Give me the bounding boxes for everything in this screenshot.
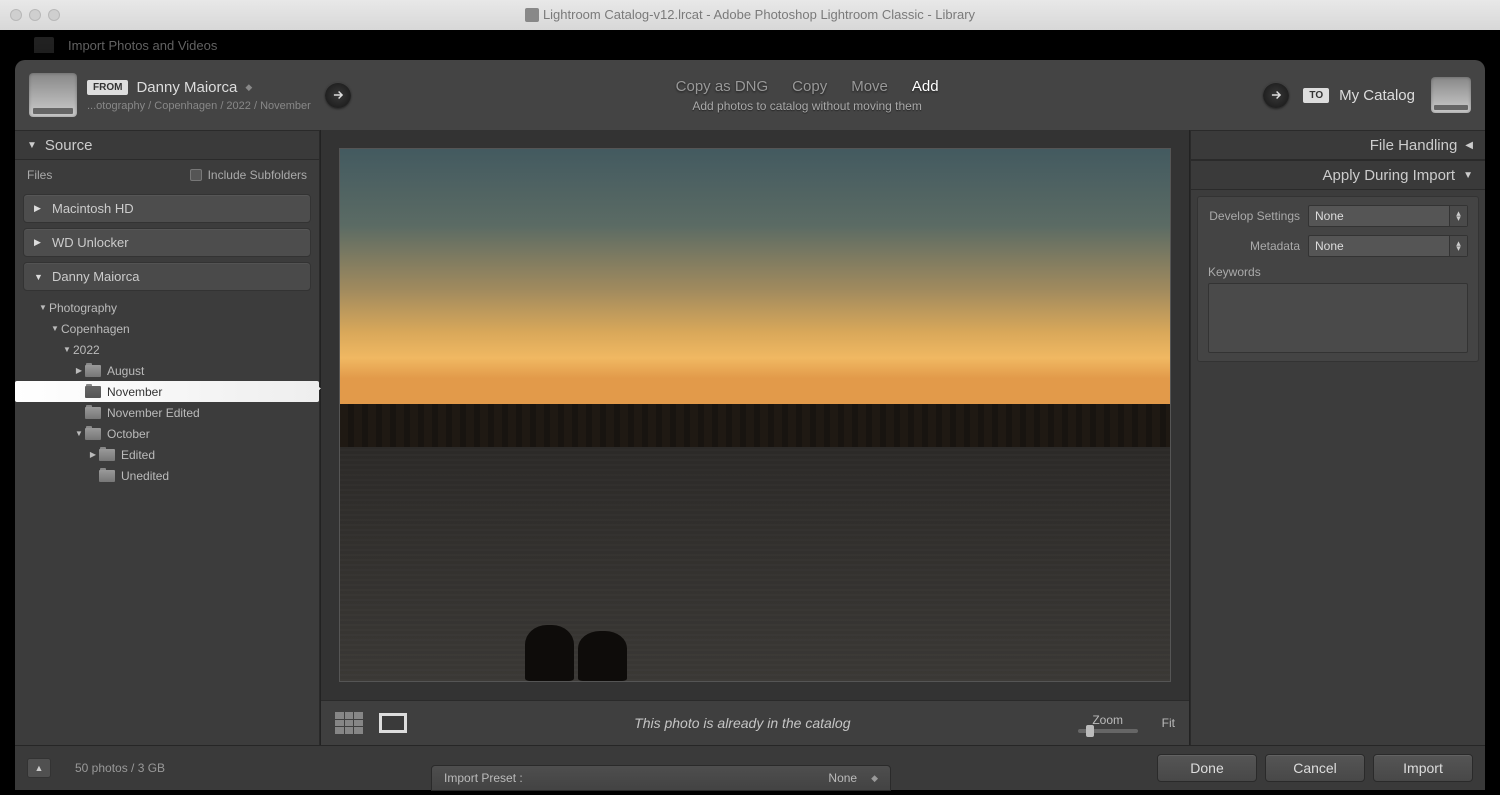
import-mode-subtitle: Add photos to catalog without moving the… — [692, 99, 921, 113]
folder-august[interactable]: ▶August — [15, 360, 319, 381]
dropdown-arrows-icon: ▴▾ — [1449, 206, 1467, 226]
folder-tree: ▼Photography ▼Copenhagen ▼2022 ▶August N… — [15, 295, 319, 488]
source-panel: ▼ Source Files Include Subfolders ▶Macin… — [15, 130, 320, 745]
zoom-slider[interactable] — [1078, 729, 1138, 733]
tab-copy[interactable]: Copy — [792, 78, 827, 95]
keywords-input[interactable] — [1208, 283, 1468, 353]
to-badge: TO — [1303, 88, 1329, 103]
window-titlebar: Lightroom Catalog-v12.lrcat - Adobe Phot… — [0, 0, 1500, 30]
folder-november[interactable]: November — [15, 381, 319, 402]
folder-october[interactable]: ▼October — [15, 423, 319, 444]
dialog-header: FROM Danny Maiorca ◆ ...otography / Cope… — [15, 60, 1485, 130]
drive-wd-unlocker[interactable]: ▶WD Unlocker — [23, 228, 311, 257]
folder-icon — [85, 428, 101, 440]
drive-danny-maiorca[interactable]: ▼Danny Maiorca — [23, 262, 311, 291]
panel-handle-icon[interactable] — [1479, 405, 1485, 445]
preview-panel: This photo is already in the catalog Zoo… — [320, 130, 1190, 745]
destination-name[interactable]: My Catalog — [1339, 87, 1415, 104]
app-icon — [525, 8, 539, 22]
window-title: Lightroom Catalog-v12.lrcat - Adobe Phot… — [0, 7, 1500, 23]
import-dialog: FROM Danny Maiorca ◆ ...otography / Cope… — [15, 60, 1485, 790]
import-settings-panel: File Handling ◀ Apply During Import ▼ De… — [1190, 130, 1485, 745]
source-panel-header[interactable]: ▼ Source — [15, 130, 319, 160]
chevron-down-icon: ▼ — [73, 429, 85, 438]
develop-settings-label: Develop Settings — [1209, 209, 1300, 223]
tab-move[interactable]: Move — [851, 78, 888, 95]
panel-handle-icon[interactable] — [15, 405, 21, 445]
background-tab-strip: Import Photos and Videos — [0, 30, 1500, 60]
include-subfolders-checkbox[interactable]: Include Subfolders — [190, 168, 307, 182]
source-dropdown-icon[interactable]: ◆ — [245, 82, 252, 93]
disclosure-triangle-icon[interactable]: ◀ — [1465, 140, 1473, 151]
done-button[interactable]: Done — [1157, 754, 1257, 782]
destination-drive-icon — [1431, 77, 1471, 113]
checkbox-icon[interactable] — [190, 169, 202, 181]
bg-tab-icon — [34, 37, 54, 53]
dialog-footer: ▲ 50 photos / 3 GB Import Preset : None … — [15, 745, 1485, 790]
disclosure-triangle-icon[interactable]: ▼ — [1463, 170, 1473, 181]
file-handling-header[interactable]: File Handling ◀ — [1191, 130, 1485, 160]
chevron-down-icon: ▼ — [34, 272, 44, 282]
import-mode-tabs: Copy as DNG Copy Move Add — [676, 78, 939, 95]
import-count-status: 50 photos / 3 GB — [75, 761, 165, 775]
import-preset-dropdown[interactable]: Import Preset : None ◆ — [431, 765, 891, 791]
chevron-right-icon: ▶ — [73, 366, 85, 375]
preview-status: This photo is already in the catalog — [423, 715, 1062, 731]
metadata-dropdown[interactable]: None ▴▾ — [1308, 235, 1468, 257]
fit-button[interactable]: Fit — [1162, 716, 1175, 730]
zoom-label: Zoom — [1092, 713, 1123, 727]
from-badge: FROM — [87, 80, 128, 95]
loupe-view-button[interactable] — [379, 713, 407, 733]
metadata-label: Metadata — [1250, 239, 1300, 253]
folder-icon — [99, 449, 115, 461]
folder-icon — [85, 386, 101, 398]
arrow-right-icon[interactable] — [1263, 82, 1289, 108]
develop-settings-dropdown[interactable]: None ▴▾ — [1308, 205, 1468, 227]
folder-icon — [85, 407, 101, 419]
disclosure-triangle-icon[interactable]: ▼ — [27, 140, 37, 151]
files-label: Files — [27, 168, 52, 182]
chevron-down-icon: ▼ — [61, 345, 73, 354]
bg-tab-label: Import Photos and Videos — [68, 38, 217, 53]
drive-macintosh-hd[interactable]: ▶Macintosh HD — [23, 194, 311, 223]
grid-view-button[interactable] — [335, 712, 363, 734]
folder-unedited[interactable]: Unedited — [15, 465, 319, 486]
chevron-down-icon: ▼ — [49, 324, 61, 333]
breadcrumb[interactable]: ...otography / Copenhagen / 2022 / Novem… — [87, 100, 311, 112]
expand-button[interactable]: ▲ — [27, 758, 51, 778]
import-button[interactable]: Import — [1373, 754, 1473, 782]
keywords-label: Keywords — [1208, 265, 1468, 279]
dropdown-caret-icon: ◆ — [871, 773, 878, 784]
folder-2022[interactable]: ▼2022 — [15, 339, 319, 360]
chevron-right-icon: ▶ — [34, 237, 44, 248]
chevron-right-icon: ▶ — [87, 450, 99, 459]
folder-november-edited[interactable]: November Edited — [15, 402, 319, 423]
folder-edited[interactable]: ▶Edited — [15, 444, 319, 465]
apply-during-import-section: Develop Settings None ▴▾ Metadata None ▴… — [1197, 196, 1479, 362]
apply-during-import-header[interactable]: Apply During Import ▼ — [1191, 160, 1485, 190]
chevron-down-icon: ▼ — [37, 303, 49, 312]
tab-copy-as-dng[interactable]: Copy as DNG — [676, 78, 769, 95]
chevron-right-icon: ▶ — [34, 203, 44, 214]
folder-icon — [99, 470, 115, 482]
dropdown-arrows-icon: ▴▾ — [1449, 236, 1467, 256]
arrow-right-icon[interactable] — [325, 82, 351, 108]
folder-copenhagen[interactable]: ▼Copenhagen — [15, 318, 319, 339]
source-name[interactable]: Danny Maiorca — [136, 79, 237, 96]
panel-handle-icon[interactable] — [735, 30, 765, 34]
folder-photography[interactable]: ▼Photography — [15, 297, 319, 318]
cancel-button[interactable]: Cancel — [1265, 754, 1365, 782]
photo-preview[interactable] — [339, 148, 1171, 682]
tab-add[interactable]: Add — [912, 78, 939, 95]
source-drive-icon — [29, 73, 77, 117]
folder-icon — [85, 365, 101, 377]
